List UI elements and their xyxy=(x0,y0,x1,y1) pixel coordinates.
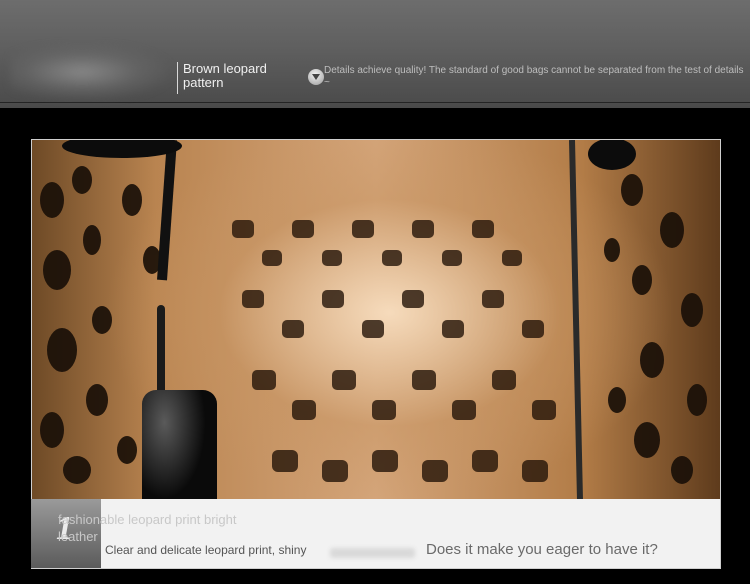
chevron-down-icon xyxy=(308,69,324,85)
feature-description: Clear and delicate leopard print, shiny xyxy=(105,543,307,557)
bag-handle-base xyxy=(588,140,636,170)
blurred-logo xyxy=(10,44,170,100)
feature-cta: Does it make you eager to have it? xyxy=(426,541,658,558)
product-photo xyxy=(31,139,721,501)
tag-strap xyxy=(157,140,177,281)
header-divider xyxy=(0,102,750,103)
header-description: Details achieve quality! The standard of… xyxy=(324,65,744,88)
bag-strap xyxy=(569,140,583,500)
leopard-pattern xyxy=(40,140,707,500)
product-title: Brown leopard pattern xyxy=(183,61,267,90)
blurred-text xyxy=(330,548,415,558)
bag-handle-left xyxy=(62,140,182,158)
bag-tag xyxy=(142,390,217,500)
feature-title: fashionable leopard print bright leather xyxy=(58,512,237,544)
title-divider xyxy=(177,62,178,94)
